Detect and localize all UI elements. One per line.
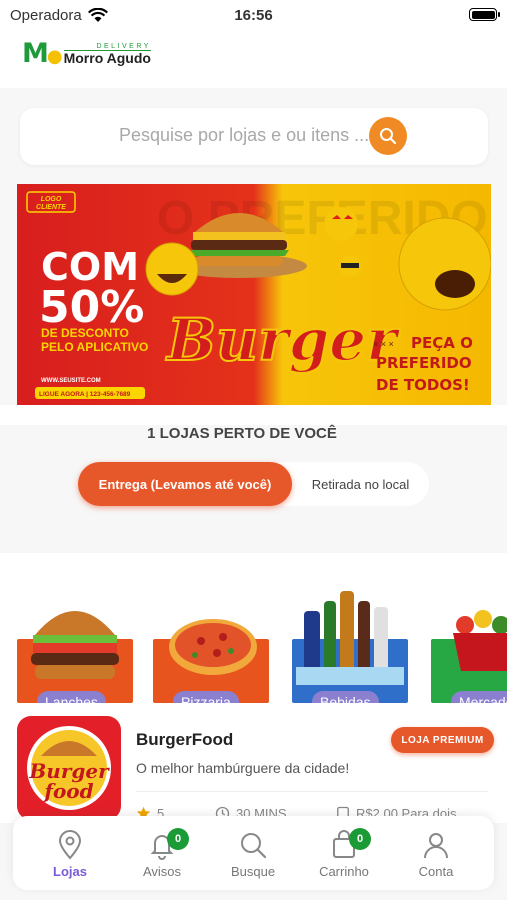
svg-text:LIGUE AGORA | 123-456-7689: LIGUE AGORA | 123-456-7689 xyxy=(39,391,131,398)
category-label: Bebidas xyxy=(312,691,379,703)
burger-image xyxy=(31,611,119,679)
svg-text:PREFERIDO: PREFERIDO xyxy=(376,354,472,372)
battery-icon xyxy=(469,8,500,21)
app-header: M● DELIVERY Morro Agudo xyxy=(0,30,507,88)
svg-text:PEÇA O: PEÇA O xyxy=(411,334,473,352)
promo-banner[interactable]: O PREFERIDO LOGO CLIENTE COM 50% DE DESC… xyxy=(17,184,491,405)
store-logo: Burger food xyxy=(17,716,121,820)
status-bar: Operadora 16:56 xyxy=(0,0,507,30)
category-label: Mercado xyxy=(451,691,507,703)
svg-text:× × ×: × × × xyxy=(373,339,394,349)
bottom-nav: Lojas 0 Avisos Busque 0 Carrinho Conta xyxy=(13,816,494,890)
search-button[interactable] xyxy=(369,117,407,155)
svg-text:CLIENTE: CLIENTE xyxy=(36,204,66,211)
delivery-mode-toggle[interactable]: Entrega (Levamos até você) Retirada no l… xyxy=(78,462,429,506)
category-label: Lanches xyxy=(37,691,106,703)
nav-avisos[interactable]: 0 Avisos xyxy=(117,816,207,890)
nav-label: Busque xyxy=(230,864,276,879)
premium-badge: LOJA PREMIUM xyxy=(391,727,494,753)
logo-title: Morro Agudo xyxy=(63,49,151,66)
stores-count: 1 LOJAS PERTO DE VOCÊ xyxy=(147,425,337,442)
svg-text:DE TODOS!: DE TODOS! xyxy=(376,376,470,394)
nav-busque[interactable]: Busque xyxy=(208,816,298,890)
store-description: O melhor hambúrguere da cidade! xyxy=(136,760,350,776)
category-carousel[interactable]: Lanches Pizzaria Bebidas Mercad xyxy=(0,553,507,703)
carrier-name: Operadora xyxy=(10,6,82,24)
store-name: BurgerFood xyxy=(136,730,234,749)
pickup-option-button[interactable]: Retirada no local xyxy=(292,462,429,506)
delivery-option-button[interactable]: Entrega (Levamos até você) xyxy=(78,462,292,506)
store-logo-art: Burger food xyxy=(27,726,111,810)
carrier: Operadora xyxy=(10,7,108,24)
svg-text:food: food xyxy=(42,779,93,803)
nav-label: Carrinho xyxy=(319,864,369,879)
app-logo[interactable]: M● DELIVERY Morro Agudo xyxy=(22,40,151,67)
category-bebidas[interactable]: Bebidas xyxy=(292,571,408,703)
nav-carrinho[interactable]: 0 Carrinho xyxy=(299,816,389,890)
drinks-image xyxy=(296,591,404,685)
search-placeholder: Pesquise por lojas e ou itens ... xyxy=(119,125,370,145)
search-input[interactable]: Pesquise por lojas e ou itens ... xyxy=(20,108,488,165)
svg-text:DE DESCONTO: DE DESCONTO xyxy=(41,326,129,340)
category-mercado[interactable]: Mercado xyxy=(431,571,507,703)
grocery-basket-image xyxy=(453,610,507,671)
store-card[interactable]: Burger food BurgerFood O melhor hambúrgu… xyxy=(0,703,507,823)
svg-text:PELO APLICATIVO: PELO APLICATIVO xyxy=(41,340,148,354)
store-divider xyxy=(136,791,488,792)
nav-label: Lojas xyxy=(53,864,87,879)
nav-label: Avisos xyxy=(142,864,182,879)
cart-badge: 0 xyxy=(349,828,371,850)
search-icon xyxy=(241,833,267,859)
nav-conta[interactable]: Conta xyxy=(391,816,481,890)
banner-spacer xyxy=(0,405,507,425)
category-label: Pizzaria xyxy=(173,691,239,703)
notification-badge: 0 xyxy=(167,828,189,850)
pizza-image xyxy=(169,619,257,675)
svg-text:WWW.SEUSITE.COM: WWW.SEUSITE.COM xyxy=(41,378,101,384)
svg-text:LOGO: LOGO xyxy=(41,196,62,203)
nav-lojas[interactable]: Lojas xyxy=(25,816,115,890)
search-icon xyxy=(380,128,397,145)
category-lanches[interactable]: Lanches xyxy=(17,571,133,703)
user-icon xyxy=(424,833,448,859)
location-pin-icon xyxy=(58,830,82,860)
nav-label: Conta xyxy=(418,864,454,879)
promo-banner-art: O PREFERIDO LOGO CLIENTE COM 50% DE DESC… xyxy=(17,184,491,405)
wifi-icon xyxy=(87,7,108,22)
logo-mark: M● xyxy=(22,38,63,69)
category-pizzaria[interactable]: Pizzaria xyxy=(153,571,269,703)
logo-text: DELIVERY Morro Agudo xyxy=(63,43,151,66)
svg-text:Burger: Burger xyxy=(165,306,401,374)
